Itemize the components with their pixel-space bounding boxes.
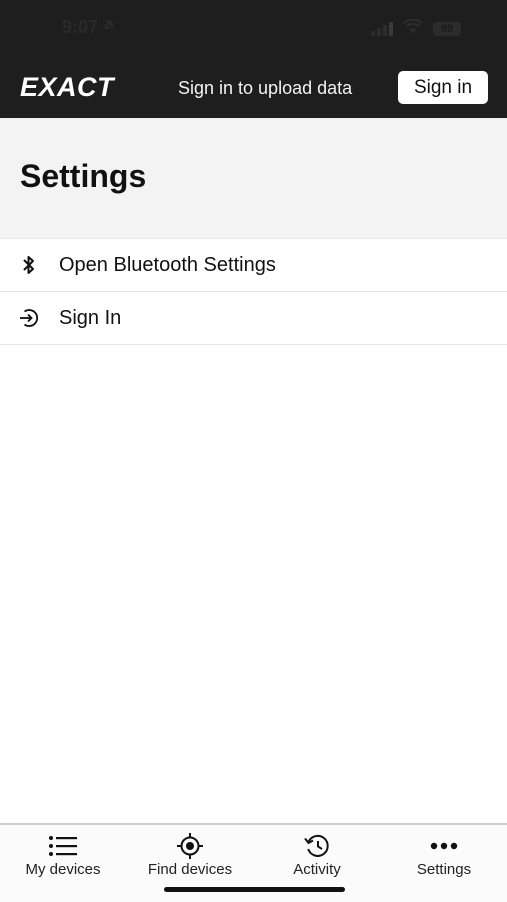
bluetooth-icon (18, 254, 40, 276)
status-bar: 9:07 89 (0, 0, 507, 60)
battery-icon: 89 (433, 22, 461, 36)
tab-find-devices[interactable]: Find devices (127, 825, 253, 885)
clock-text: 9:07 (62, 17, 99, 37)
list-item-label: Sign In (59, 306, 122, 329)
more-icon (429, 831, 459, 861)
status-icons: 89 (371, 18, 461, 39)
tab-label: Activity (293, 861, 341, 878)
page-title: Settings (20, 158, 147, 194)
tab-activity[interactable]: Activity (254, 825, 380, 885)
tab-settings[interactable]: Settings (381, 825, 507, 885)
sign-in-button[interactable]: Sign in (398, 71, 488, 104)
list-icon (48, 831, 78, 861)
settings-list: Open Bluetooth Settings Sign In (0, 238, 507, 345)
tab-label: Find devices (147, 861, 233, 878)
cellular-signal-icon (371, 22, 393, 36)
title-area: Settings (0, 118, 507, 238)
tab-my-devices[interactable]: My devices (0, 825, 126, 885)
upload-prompt-text: Sign in to upload data (178, 78, 353, 98)
sign-in-item[interactable]: Sign In (0, 291, 507, 345)
home-indicator[interactable] (164, 887, 345, 892)
app-logo: EXACT (20, 72, 115, 102)
app-header: EXACT Sign in to upload data Sign in (0, 60, 507, 118)
tab-label: Settings (416, 861, 472, 878)
wifi-icon (403, 18, 423, 39)
open-bluetooth-settings-item[interactable]: Open Bluetooth Settings (0, 238, 507, 291)
bell-slash-icon (102, 17, 116, 38)
sign-in-icon (18, 307, 40, 329)
history-icon (302, 831, 332, 861)
tab-label: My devices (25, 861, 101, 878)
locate-icon (175, 831, 205, 861)
list-item-label: Open Bluetooth Settings (59, 253, 276, 276)
status-time: 9:07 (62, 17, 116, 38)
